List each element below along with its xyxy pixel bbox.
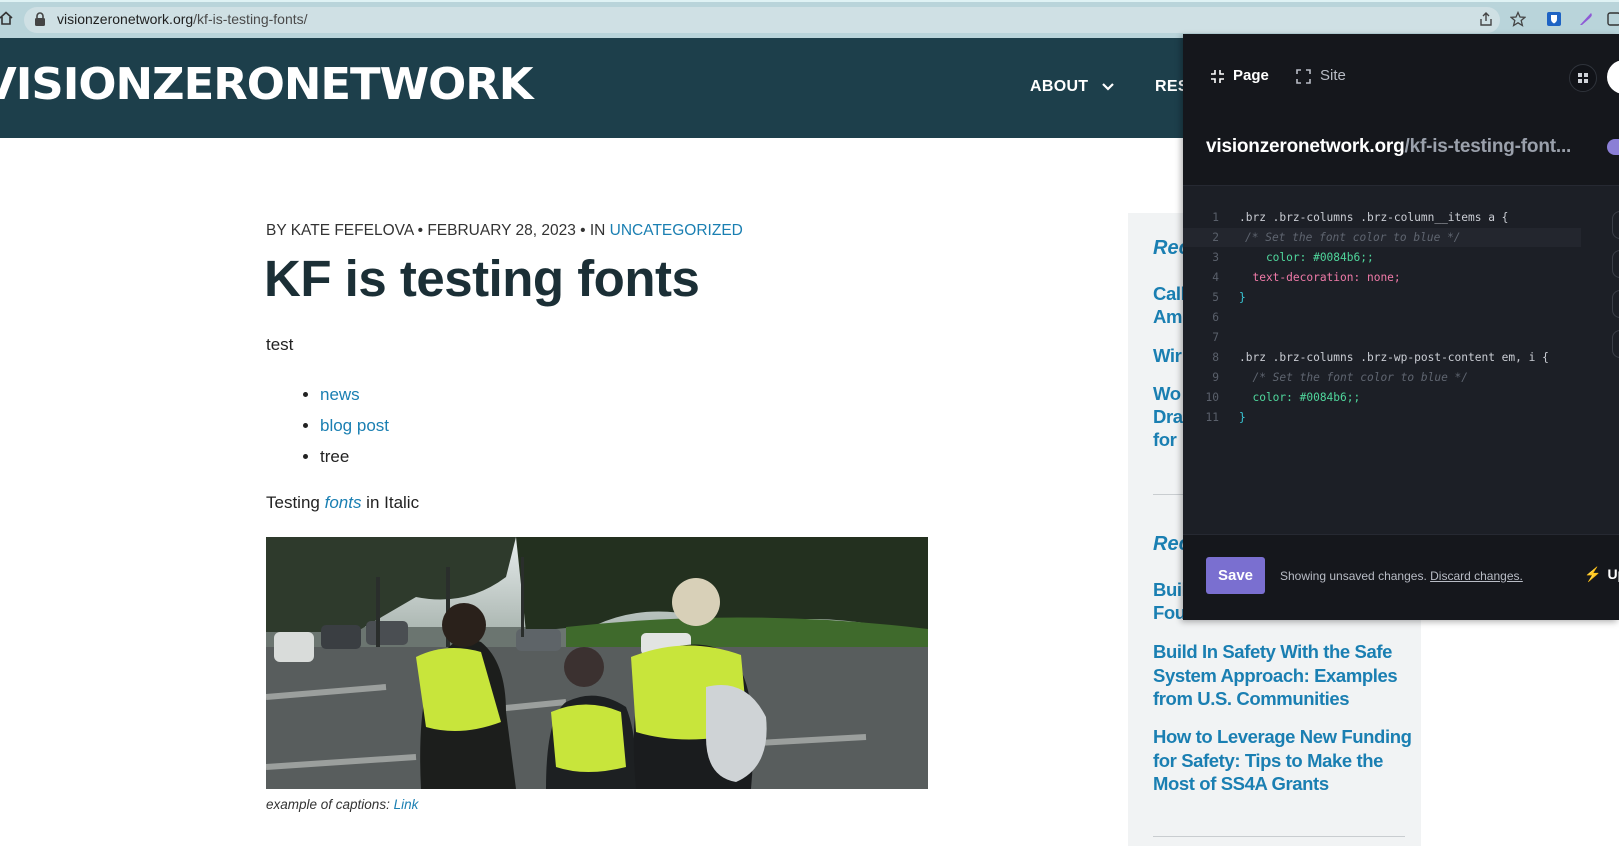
code-text: color: #0084b6;; — [1239, 251, 1374, 264]
page-title: KF is testing fonts — [264, 250, 700, 307]
intro-paragraph: test — [266, 335, 294, 354]
list-link-news[interactable]: news — [320, 385, 360, 404]
italic-paragraph: Testing fonts in Italic — [266, 493, 419, 513]
discard-changes-link[interactable]: Discard changes. — [1430, 569, 1523, 583]
url-path: /kf-is-testing-fonts/ — [193, 11, 308, 27]
extension-quill-icon[interactable] — [1578, 11, 1594, 27]
code-line: 7 — [1212, 331, 1219, 344]
site-logo[interactable]: VISIONZERONETWORK — [0, 61, 534, 109]
url-domain: visionzeronetwork.org — [57, 11, 194, 27]
code-line: 9 /* Set the font color to blue */ — [1212, 371, 1469, 384]
italic-fonts-link[interactable]: fonts — [325, 493, 362, 512]
crossing-guards-photo — [266, 537, 928, 789]
save-button[interactable]: Save — [1206, 557, 1265, 594]
side-tool-button[interactable] — [1612, 250, 1619, 278]
address-bar-url[interactable]: visionzeronetwork.org/kf-is-testing-font… — [57, 11, 308, 27]
code-text: /* Set the font color to blue */ — [1245, 231, 1461, 244]
collapse-icon — [1211, 70, 1224, 83]
list-item: tree — [320, 444, 389, 475]
editor-page-url: visionzeronetwork.org/kf-is-testing-font… — [1206, 136, 1571, 158]
code-line: 10 color: #0084b6;; — [1205, 391, 1361, 404]
grid-icon — [1578, 73, 1588, 83]
extension-icon[interactable] — [1606, 11, 1619, 27]
byline-text: BY KATE FEFELOVA • FEBRUARY 28, 2023 • I… — [266, 222, 610, 239]
code-line: 1 .brz .brz-columns .brz-column__items a … — [1212, 211, 1509, 224]
bookmark-star-icon[interactable] — [1510, 11, 1526, 27]
code-line: 4 text-decoration: none; — [1212, 271, 1401, 284]
code-text: text-decoration: none; — [1239, 271, 1401, 284]
content-list: news blog post tree — [300, 382, 389, 475]
side-tool-button[interactable] — [1612, 290, 1619, 318]
editor-url-domain: visionzeronetwork.org — [1206, 136, 1405, 157]
code-line: 3 color: #0084b6;; — [1212, 251, 1374, 264]
share-icon[interactable] — [1478, 11, 1494, 27]
home-icon[interactable] — [0, 10, 14, 26]
category-link[interactable]: UNCATEGORIZED — [610, 222, 743, 239]
list-item: blog post — [320, 413, 389, 444]
sidebar-divider — [1153, 836, 1405, 837]
code-text: } — [1239, 291, 1246, 304]
grid-button[interactable] — [1569, 64, 1597, 92]
extension-shield-icon[interactable] — [1546, 11, 1562, 27]
code-text: } — [1239, 411, 1246, 424]
post-byline: BY KATE FEFELOVA • FEBRUARY 28, 2023 • I… — [266, 222, 743, 240]
expand-icon — [1296, 69, 1311, 84]
upgrade-label: Upgr — [1607, 566, 1619, 582]
code-text: .brz .brz-columns .brz-column__items a { — [1239, 211, 1509, 224]
sidebar-link-safe-system[interactable]: Build In Safety With the Safe System App… — [1153, 640, 1413, 711]
unsaved-status: Showing unsaved changes. Discard changes… — [1280, 569, 1523, 583]
list-item: news — [320, 382, 389, 413]
caption-link[interactable]: Link — [394, 797, 419, 812]
code-text: color: #0084b6;; — [1239, 391, 1361, 404]
upgrade-button[interactable]: ⚡ Upgr — [1584, 566, 1619, 583]
article-photo — [266, 537, 928, 789]
side-tool-button[interactable] — [1612, 211, 1619, 239]
code-text: /* Set the font color to blue */ — [1239, 371, 1469, 384]
italic-paragraph-before: Testing — [266, 493, 325, 512]
photo-caption: example of captions: Link — [266, 797, 418, 812]
side-tool-button[interactable] — [1612, 330, 1619, 358]
sidebar-link-ss4a-grants[interactable]: How to Leverage New Funding for Safety: … — [1153, 725, 1413, 796]
list-link-blog-post[interactable]: blog post — [320, 416, 389, 435]
bolt-icon: ⚡ — [1584, 566, 1602, 582]
lock-icon — [35, 12, 45, 26]
code-line: 11} — [1205, 411, 1246, 424]
chevron-down-icon[interactable] — [1101, 82, 1115, 92]
code-line: 6 — [1212, 311, 1219, 324]
live-toggle[interactable] — [1607, 139, 1619, 155]
unsaved-text: Showing unsaved changes. — [1280, 569, 1431, 583]
caption-text: example of captions: — [266, 797, 394, 812]
tab-site[interactable]: Site — [1320, 67, 1346, 84]
italic-paragraph-after: in Italic — [361, 493, 420, 512]
tab-page[interactable]: Page — [1233, 67, 1269, 84]
tab-strip-edge — [0, 0, 1619, 2]
code-line: 8 .brz .brz-columns .brz-wp-post-content … — [1212, 351, 1549, 364]
nav-about[interactable]: ABOUT — [1030, 78, 1088, 96]
code-text: .brz .brz-columns .brz-wp-post-content e… — [1239, 351, 1549, 364]
code-line: 2/* Set the font color to blue */ — [1183, 228, 1581, 247]
code-line: 5} — [1212, 291, 1246, 304]
editor-url-path: /kf-is-testing-font... — [1404, 136, 1572, 157]
